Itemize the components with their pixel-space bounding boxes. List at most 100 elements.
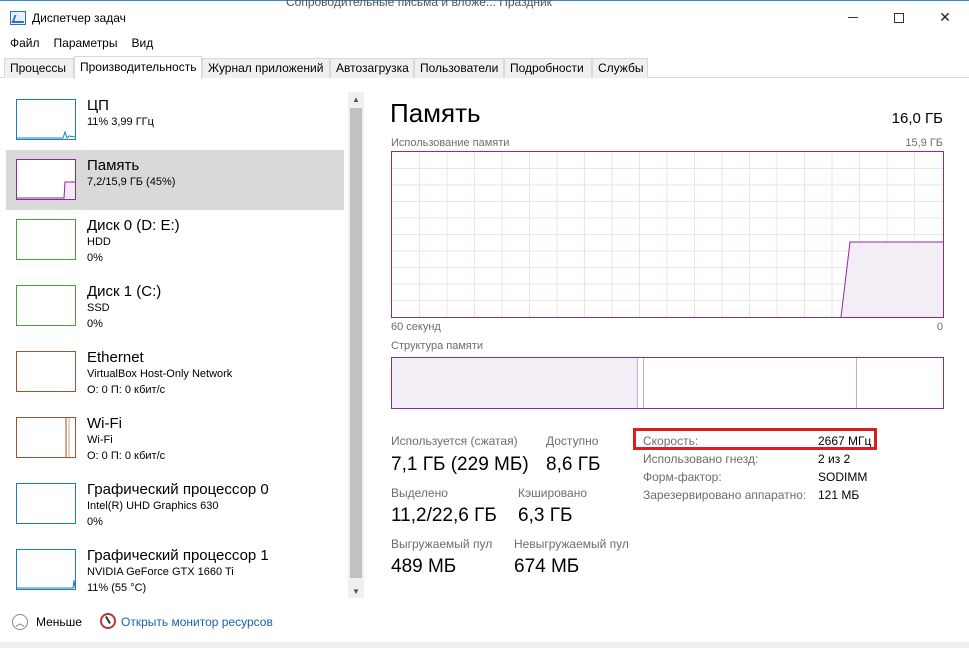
sidebar-item-detail: SSD [87, 302, 110, 314]
tab-details[interactable]: Подробности [504, 58, 592, 78]
available-label: Доступно [546, 434, 599, 448]
sidebar-item-name: Память [87, 157, 140, 174]
memory-thumbnail-graph [16, 159, 76, 200]
minimize-button[interactable] [830, 1, 876, 34]
graph-time-left: 60 секунд [391, 321, 441, 333]
sidebar-item-value: О: 0 П: 0 кбит/с [87, 384, 166, 396]
nonpaged-pool-value: 674 МБ [514, 556, 580, 577]
sidebar-item-name: Графический процессор 0 [87, 481, 269, 498]
open-resource-monitor-link[interactable]: Открыть монитор ресурсов [121, 615, 273, 629]
menu-options[interactable]: Параметры [47, 34, 125, 54]
paged-pool-label: Выгружаемый пул [391, 537, 493, 551]
sidebar-item-name: ЦП [87, 97, 109, 114]
tab-services[interactable]: Службы [592, 58, 648, 78]
maximize-button[interactable] [876, 1, 922, 34]
tab-startup[interactable]: Автозагрузка [330, 58, 414, 78]
sidebar-item-name: Диск 1 (C:) [87, 283, 162, 300]
tab-strip: Процессы Производительность Журнал прило… [0, 56, 969, 79]
memory-composition-bar [391, 357, 944, 409]
hardware-reserved-label: Зарезервировано аппаратно: [643, 488, 807, 502]
cached-label: Кэшировано [518, 486, 588, 500]
sidebar-item-value: 11% (55 °C) [87, 582, 147, 594]
wifi-thumbnail-graph [16, 417, 76, 458]
slots-used-value: 2 из 2 [818, 452, 851, 466]
sidebar-item-value: О: 0 П: 0 кбит/с [87, 450, 166, 462]
form-factor-label: Форм-фактор: [643, 470, 722, 484]
task-manager-icon [10, 11, 26, 25]
sidebar-item-name: Ethernet [87, 349, 144, 366]
window-bottom-edge [0, 642, 969, 648]
memory-usage-graph [391, 151, 944, 318]
committed-value: 11,2/22,6 ГБ [391, 505, 497, 526]
sidebar-item-wifi[interactable]: Wi-Fi Wi-Fi О: 0 П: 0 кбит/с [6, 408, 344, 468]
scroll-down-icon[interactable]: ▼ [348, 584, 364, 598]
composition-free [857, 358, 943, 408]
sidebar-item-name: Графический процессор 1 [87, 547, 269, 564]
scrollbar-thumb[interactable] [350, 108, 362, 578]
footer: ︿ Меньше Открыть монитор ресурсов [0, 606, 969, 636]
chevron-up-icon[interactable]: ︿ [12, 614, 28, 630]
usage-graph-max: 15,9 ГБ [905, 137, 943, 149]
background-window-text: Сопроводительные письма и вложе... Празд… [286, 0, 552, 9]
hardware-reserved-value: 121 МБ [818, 488, 860, 502]
menu-view[interactable]: Вид [124, 34, 160, 54]
tab-app-history[interactable]: Журнал приложений [202, 58, 330, 78]
ethernet-thumbnail-graph [16, 351, 76, 392]
disk1-thumbnail-graph [16, 285, 76, 326]
sidebar-item-gpu0[interactable]: Графический процессор 0 Intel(R) UHD Gra… [6, 474, 344, 534]
sidebar-item-disk1[interactable]: Диск 1 (C:) SSD 0% [6, 276, 344, 336]
close-button[interactable]: ✕ [922, 1, 968, 34]
resource-monitor-icon [100, 613, 116, 629]
committed-label: Выделено [391, 486, 448, 500]
sidebar-scrollbar[interactable]: ▲ ▼ [348, 92, 364, 598]
slots-used-label: Использовано гнезд: [643, 452, 759, 466]
window-title: Диспетчер задач [32, 11, 126, 25]
memory-total: 16,0 ГБ [891, 110, 943, 127]
sidebar-item-detail: VirtualBox Host-Only Network [87, 368, 233, 380]
resource-list: ЦП 11% 3,99 ГГц Память 7,2/15,9 ГБ (45%)… [0, 86, 366, 600]
sidebar-item-detail: 11% 3,99 ГГц [87, 116, 154, 128]
form-factor-value: SODIMM [818, 470, 868, 484]
sidebar-item-detail: 7,2/15,9 ГБ (45%) [87, 176, 176, 188]
composition-in-use [392, 358, 638, 408]
sidebar-item-detail: Intel(R) UHD Graphics 630 [87, 500, 219, 512]
structure-label: Структура памяти [391, 340, 484, 352]
cached-value: 6,3 ГБ [518, 505, 573, 526]
sidebar-item-memory[interactable]: Память 7,2/15,9 ГБ (45%) [6, 150, 344, 210]
available-value: 8,6 ГБ [546, 454, 601, 475]
sidebar-item-gpu1[interactable]: Графический процессор 1 NVIDIA GeForce G… [6, 540, 344, 600]
sidebar-item-disk0[interactable]: Диск 0 (D: E:) HDD 0% [6, 210, 344, 270]
gpu1-thumbnail-graph [16, 549, 76, 590]
gpu0-thumbnail-graph [16, 483, 76, 524]
sidebar-item-value: 0% [87, 318, 103, 330]
close-icon: ✕ [939, 9, 951, 25]
sidebar-item-cpu[interactable]: ЦП 11% 3,99 ГГц [6, 90, 344, 150]
in-use-label: Используется (сжатая) [391, 434, 518, 448]
speed-highlight-box [633, 428, 877, 450]
in-use-value: 7,1 ГБ (229 МБ) [391, 454, 529, 475]
sidebar-item-detail: HDD [87, 236, 111, 248]
composition-standby [644, 358, 857, 408]
sidebar-item-name: Диск 0 (D: E:) [87, 217, 180, 234]
usage-graph-label: Использование памяти [391, 137, 510, 149]
memory-usage-graph-svg [392, 152, 943, 317]
graph-time-right: 0 [936, 321, 943, 333]
nonpaged-pool-label: Невыгружаемый пул [514, 537, 629, 551]
tab-processes[interactable]: Процессы [4, 58, 74, 78]
menu-bar: Файл Параметры Вид [0, 34, 969, 54]
fewer-details-button[interactable]: Меньше [36, 615, 82, 629]
scroll-up-icon[interactable]: ▲ [348, 92, 364, 106]
title-bar: Сопроводительные письма и вложе... Празд… [0, 0, 969, 34]
cpu-thumbnail-graph [16, 99, 76, 140]
tab-users[interactable]: Пользователи [414, 58, 504, 78]
disk0-thumbnail-graph [16, 219, 76, 260]
sidebar-item-value: 0% [87, 252, 103, 264]
sidebar-item-ethernet[interactable]: Ethernet VirtualBox Host-Only Network О:… [6, 342, 344, 402]
menu-file[interactable]: Файл [3, 34, 47, 54]
sidebar-item-name: Wi-Fi [87, 415, 122, 432]
page-title: Память [390, 98, 481, 128]
minimize-icon [848, 17, 858, 18]
sidebar-item-value: 0% [87, 516, 103, 528]
paged-pool-value: 489 МБ [391, 556, 457, 577]
tab-performance[interactable]: Производительность [74, 56, 202, 79]
